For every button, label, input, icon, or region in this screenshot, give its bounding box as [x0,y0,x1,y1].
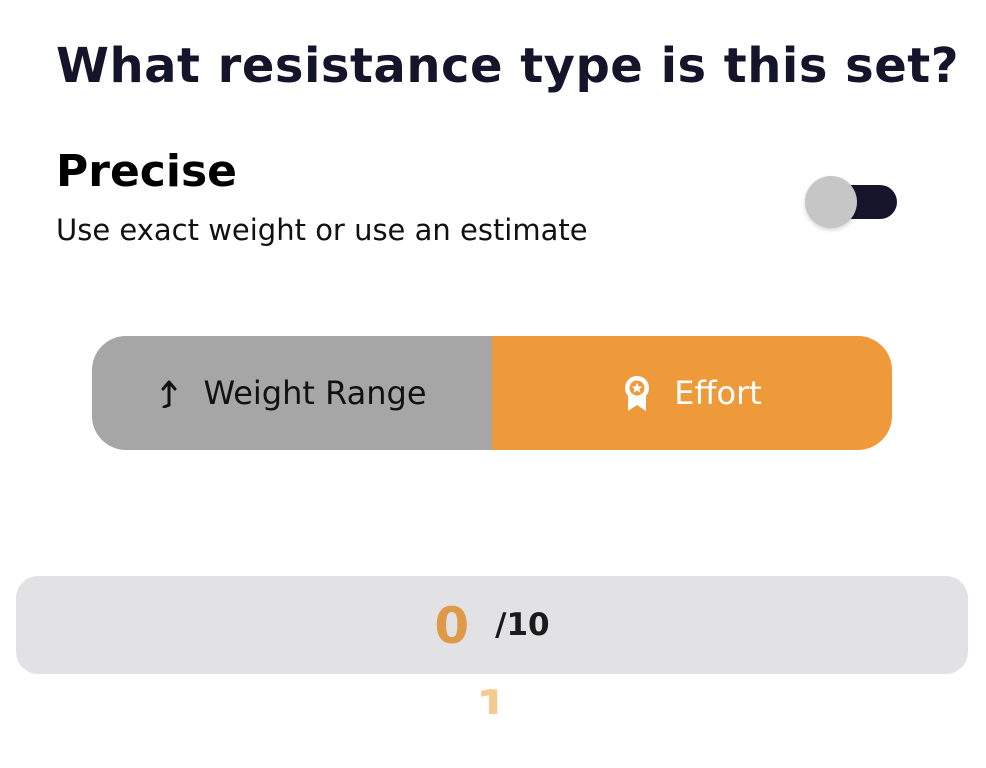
award-badge-icon [622,374,652,412]
picker-next-value[interactable]: 1 [476,684,508,714]
toggle-knob [805,176,857,228]
precise-toggle[interactable] [805,176,897,228]
page-title: What resistance type is this set? [56,38,960,94]
weight-range-arrow-icon [157,378,181,408]
weight-range-option[interactable]: Weight Range [92,336,492,450]
weight-range-label: Weight Range [203,374,427,412]
precise-subtitle: Use exact weight or use an estimate [56,213,588,247]
precise-title: Precise [56,146,237,197]
effort-label: Effort [674,374,762,412]
effort-picker[interactable]: 0 /10 [16,576,968,674]
effort-max: /10 [495,607,550,643]
effort-option[interactable]: Effort [492,336,892,450]
effort-value: 0 [434,597,470,655]
resistance-type-selector: Weight Range Effort [92,336,892,450]
